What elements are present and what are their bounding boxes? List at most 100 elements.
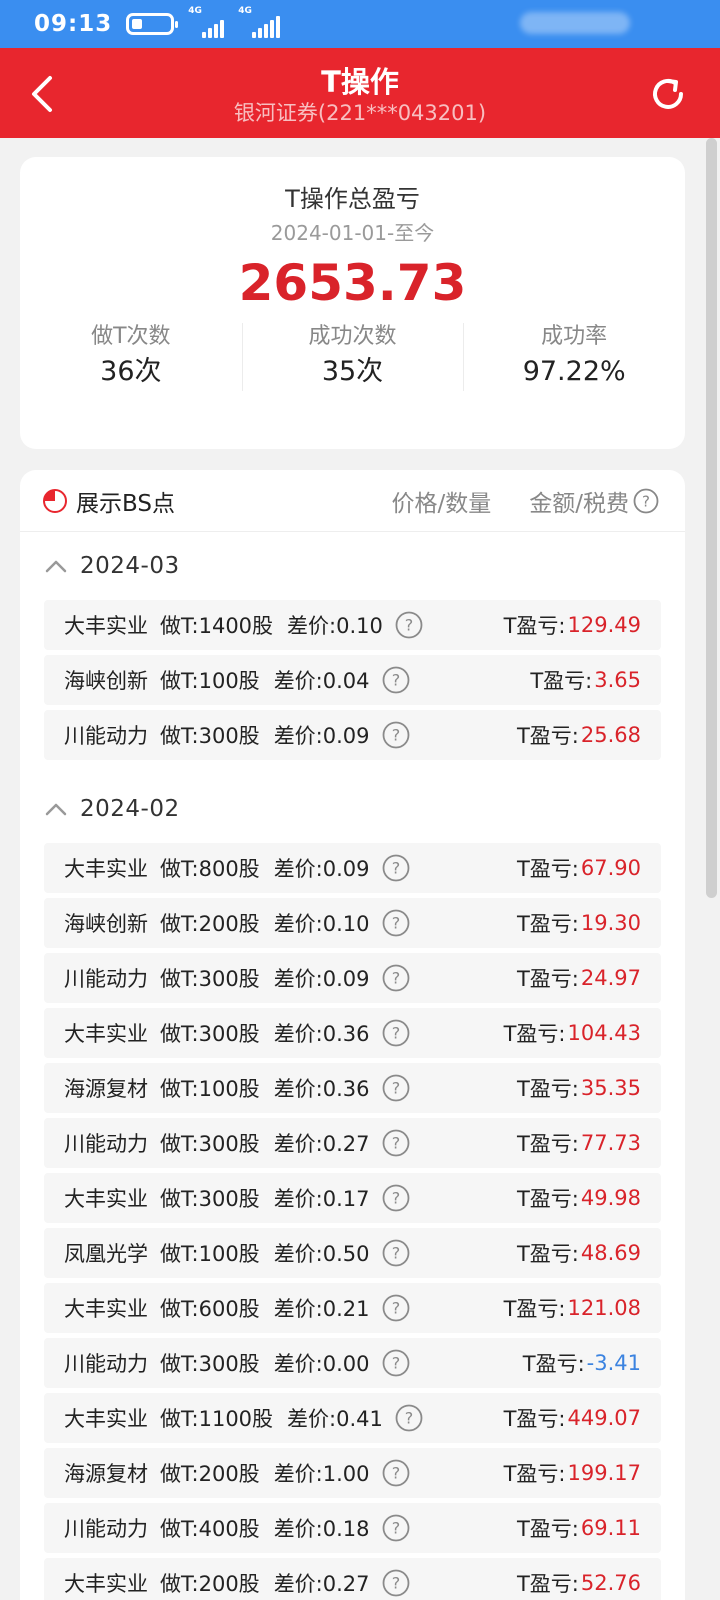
chevron-up-icon	[45, 803, 67, 816]
help-icon[interactable]: ?	[382, 1569, 410, 1597]
trade-row[interactable]: 川能动力 做T:300股 差价:0.27? T盈亏: 77.73	[44, 1118, 661, 1168]
trade-row[interactable]: 大丰实业 做T:1400股 差价:0.10? T盈亏: 129.49	[44, 600, 661, 650]
svg-text:?: ?	[391, 1519, 400, 1538]
trade-row[interactable]: 大丰实业 做T:300股 差价:0.17? T盈亏: 49.98	[44, 1173, 661, 1223]
trade-row[interactable]: 海峡创新 做T:200股 差价:0.10? T盈亏: 19.30	[44, 898, 661, 948]
pl-label: T盈亏:	[516, 1187, 579, 1211]
trade-row[interactable]: 凤凰光学 做T:100股 差价:0.50? T盈亏: 48.69	[44, 1228, 661, 1278]
help-icon[interactable]: ?	[382, 1019, 410, 1047]
svg-text:?: ?	[391, 671, 400, 690]
trade-row[interactable]: 川能动力 做T:400股 差价:0.18? T盈亏: 69.11	[44, 1503, 661, 1553]
trade-row[interactable]: 川能动力 做T:300股 差价:0.00? T盈亏: -3.41	[44, 1338, 661, 1388]
help-icon[interactable]: ?	[382, 1459, 410, 1487]
help-icon[interactable]: ?	[395, 1404, 423, 1432]
signal-icon: 4G	[188, 6, 225, 38]
pl-label: T盈亏:	[516, 724, 579, 748]
stock-name: 大丰实业	[64, 1572, 148, 1596]
stat-label: 做T次数	[91, 324, 171, 349]
refresh-icon[interactable]	[646, 72, 690, 116]
price-diff: 差价:1.00	[273, 1462, 370, 1486]
trade-row[interactable]: 海源复材 做T:100股 差价:0.36? T盈亏: 35.35	[44, 1063, 661, 1113]
help-icon[interactable]: ?	[382, 909, 410, 937]
svg-text:?: ?	[391, 1024, 400, 1043]
summary-card: T操作总盈亏 2024-01-01-至今 2653.73 做T次数 36次 成功…	[20, 157, 685, 449]
help-icon[interactable]: ?	[382, 666, 410, 694]
scrollbar[interactable]	[706, 138, 717, 898]
price-diff: 差价:0.17	[273, 1187, 370, 1211]
pl-value: -3.41	[586, 1351, 641, 1375]
show-bs-points-toggle[interactable]: 展示BS点	[76, 484, 175, 518]
trade-row[interactable]: 海源复材 做T:200股 差价:1.00? T盈亏: 199.17	[44, 1448, 661, 1498]
price-diff: 差价:0.21	[273, 1297, 370, 1321]
trade-quantity: 做T:300股	[160, 1352, 260, 1376]
svg-text:?: ?	[391, 1244, 400, 1263]
trade-row[interactable]: 大丰实业 做T:300股 差价:0.36? T盈亏: 104.43	[44, 1008, 661, 1058]
help-icon[interactable]: ?	[382, 1239, 410, 1267]
help-icon[interactable]: ?	[382, 1184, 410, 1212]
help-icon[interactable]: ?	[382, 854, 410, 882]
svg-text:?: ?	[391, 1464, 400, 1483]
help-icon[interactable]: ?	[382, 1129, 410, 1157]
pl-label: T盈亏:	[516, 1132, 579, 1156]
pl-value: 48.69	[580, 1241, 641, 1265]
back-arrow-icon[interactable]	[24, 72, 64, 116]
trade-row[interactable]: 川能动力 做T:300股 差价:0.09? T盈亏: 24.97	[44, 953, 661, 1003]
stat-success-rate: 成功率 97.22%	[463, 321, 685, 391]
stock-name: 海源复材	[64, 1077, 148, 1101]
pl-label: T盈亏:	[516, 1517, 579, 1541]
pl-label: T盈亏:	[522, 1352, 585, 1376]
trade-row[interactable]: 川能动力 做T:300股 差价:0.09? T盈亏: 25.68	[44, 710, 661, 760]
trade-row[interactable]: 大丰实业 做T:1100股 差价:0.41? T盈亏: 449.07	[44, 1393, 661, 1443]
trade-quantity: 做T:100股	[160, 669, 260, 693]
stat-value: 36次	[100, 356, 162, 387]
stock-name: 大丰实业	[64, 614, 148, 638]
pl-value: 129.49	[567, 613, 641, 637]
help-icon[interactable]: ?	[382, 1074, 410, 1102]
pl-label: T盈亏:	[530, 669, 593, 693]
trade-quantity: 做T:200股	[160, 912, 260, 936]
trade-quantity: 做T:200股	[160, 1462, 260, 1486]
stock-name: 大丰实业	[64, 857, 148, 881]
page-title: T操作	[321, 65, 399, 99]
pl-value: 24.97	[580, 966, 641, 990]
trade-list-card: 展示BS点 价格/数量 金额/税费 ? 2024-03 大丰实业 做T:1400股差…	[20, 470, 685, 1600]
column-header-price: 价格/数量	[391, 490, 492, 517]
trade-quantity: 做T:400股	[160, 1517, 260, 1541]
help-icon[interactable]: ?	[382, 1514, 410, 1542]
month-header[interactable]: 2024-02	[20, 775, 685, 843]
stock-name: 川能动力	[64, 967, 148, 991]
svg-text:?: ?	[391, 914, 400, 933]
help-icon[interactable]: ?	[382, 964, 410, 992]
stat-label: 成功率	[541, 324, 608, 349]
pl-value: 104.43	[567, 1021, 641, 1045]
svg-text:?: ?	[391, 1134, 400, 1153]
help-icon[interactable]: ?	[382, 1294, 410, 1322]
help-icon[interactable]: ?	[382, 721, 410, 749]
trade-quantity: 做T:300股	[160, 1132, 260, 1156]
price-diff: 差价:0.09	[273, 857, 370, 881]
month-header[interactable]: 2024-03	[20, 532, 685, 600]
status-icons-blurred	[520, 12, 630, 34]
pl-label: T盈亏:	[516, 857, 579, 881]
stock-name: 川能动力	[64, 1352, 148, 1376]
help-icon[interactable]: ?	[382, 1349, 410, 1377]
help-icon[interactable]: ?	[633, 488, 659, 514]
trade-row[interactable]: 海峡创新 做T:100股 差价:0.04? T盈亏: 3.65	[44, 655, 661, 705]
svg-text:?: ?	[391, 1299, 400, 1318]
trade-row[interactable]: 大丰实业 做T:800股 差价:0.09? T盈亏: 67.90	[44, 843, 661, 893]
stat-trade-count: 做T次数 36次	[20, 321, 242, 391]
nav-bar: T操作 银河证券(221***043201)	[0, 48, 720, 138]
pl-label: T盈亏:	[516, 1077, 579, 1101]
trade-row[interactable]: 大丰实业 做T:600股 差价:0.21? T盈亏: 121.08	[44, 1283, 661, 1333]
summary-title: T操作总盈亏	[285, 185, 420, 213]
pl-label: T盈亏:	[503, 1407, 566, 1431]
price-diff: 差价:0.18	[273, 1517, 370, 1541]
price-diff: 差价:0.09	[273, 967, 370, 991]
pl-value: 3.65	[594, 668, 641, 692]
bs-toggle-icon[interactable]	[42, 488, 68, 514]
column-header-amount: 金额/税费	[529, 490, 629, 517]
trade-row[interactable]: 大丰实业 做T:200股 差价:0.27? T盈亏: 52.76	[44, 1558, 661, 1600]
price-diff: 差价:0.00	[273, 1352, 370, 1376]
help-icon[interactable]: ?	[395, 611, 423, 639]
stock-name: 大丰实业	[64, 1187, 148, 1211]
